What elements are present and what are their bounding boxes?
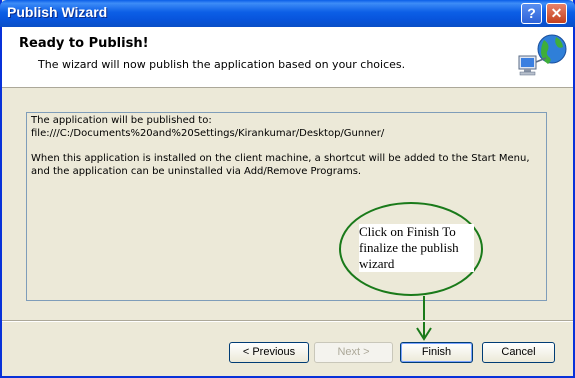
publish-wizard-window: Publish Wizard ? ✕ Ready to Publish! The… (0, 0, 575, 378)
cancel-button[interactable]: Cancel (482, 342, 555, 363)
next-button[interactable]: Next > (314, 342, 393, 363)
previous-button[interactable]: < Previous (229, 342, 309, 363)
finish-button[interactable]: Finish (400, 342, 473, 363)
annotation-text: Click on Finish To finalize the publish … (359, 224, 474, 272)
button-divider (2, 320, 573, 322)
